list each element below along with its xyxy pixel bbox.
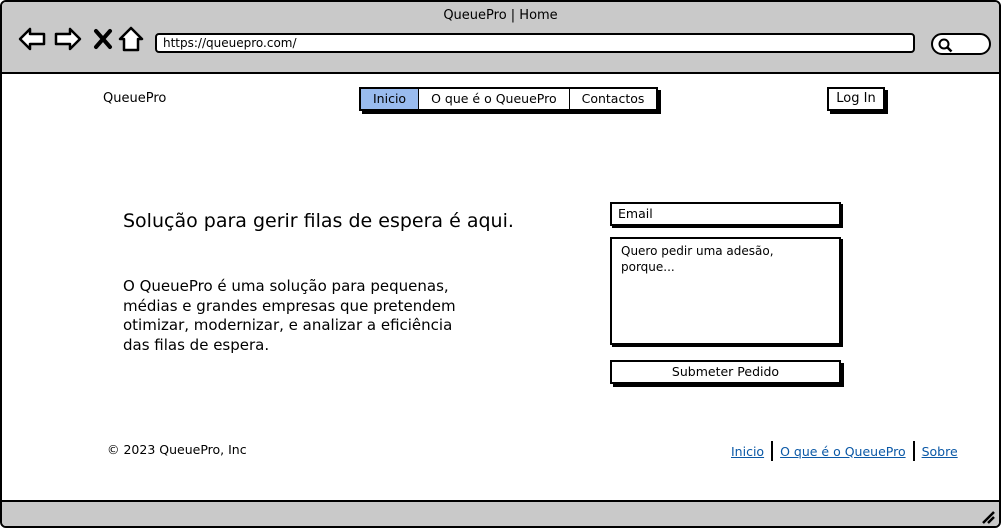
- nav-item-o-que-e[interactable]: O que é o QueuePro: [419, 89, 570, 109]
- footer-link-o-que-e[interactable]: O que é o QueuePro: [773, 444, 913, 459]
- submit-request-button[interactable]: Submeter Pedido: [610, 360, 841, 384]
- window-title: QueuePro | Home: [443, 8, 558, 23]
- footer-copyright: © 2023 QueuePro, Inc: [107, 442, 247, 457]
- browser-toolbar: QueuePro | Home https://queuepro.com/: [2, 2, 999, 74]
- footer-link-sobre[interactable]: Sobre: [915, 444, 965, 459]
- home-icon[interactable]: [116, 24, 146, 54]
- message-textarea[interactable]: Quero pedir uma adesão, porque...: [610, 237, 841, 345]
- brand-logo[interactable]: QueuePro: [103, 91, 166, 106]
- browser-window: QueuePro | Home https://queuepro.com/ Qu…: [0, 0, 1001, 528]
- address-bar[interactable]: https://queuepro.com/: [155, 33, 915, 53]
- nav-item-contactos[interactable]: Contactos: [570, 89, 657, 109]
- search-icon: [938, 38, 953, 53]
- login-button[interactable]: Log In: [827, 87, 885, 111]
- top-nav: Inicio O que é o QueuePro Contactos: [359, 87, 659, 111]
- status-bar: [2, 500, 999, 526]
- footer-link-inicio[interactable]: Inicio: [724, 444, 771, 459]
- footer-links: Inicio O que é o QueuePro Sobre: [724, 440, 965, 462]
- close-icon[interactable]: [88, 24, 118, 54]
- hero-description: O QueuePro é uma solução para pequenas, …: [123, 277, 456, 354]
- nav-item-inicio[interactable]: Inicio: [361, 89, 420, 109]
- arrow-left-icon[interactable]: [17, 24, 47, 54]
- resize-grip-icon[interactable]: [979, 508, 995, 524]
- hero-headline: Solução para gerir filas de espera é aqu…: [123, 210, 514, 232]
- browser-search-field[interactable]: [931, 33, 991, 55]
- email-field[interactable]: Email: [610, 202, 841, 226]
- arrow-right-icon[interactable]: [53, 24, 83, 54]
